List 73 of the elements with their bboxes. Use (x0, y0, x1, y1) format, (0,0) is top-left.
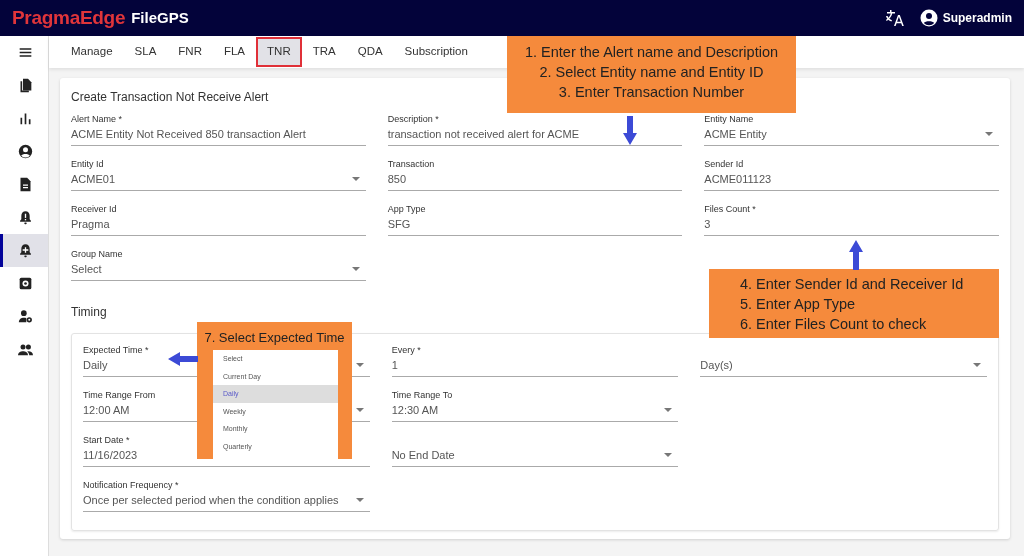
dropdown-field[interactable]: 12:30 AM (391, 401, 679, 422)
dropdown-field[interactable]: Day(s) (700, 356, 987, 377)
input-field[interactable]: ACME Entity Not Received 850 transaction Alert (71, 125, 366, 146)
field-label: Receiver Id (71, 203, 117, 215)
input-field[interactable]: SFG (387, 215, 683, 236)
caret-icon (355, 498, 364, 502)
input-field[interactable]: 1 (391, 356, 679, 377)
caret-icon (351, 177, 360, 181)
input-field[interactable]: ACME011123 (704, 170, 999, 191)
callout-text: 6. Enter Files Count to check (740, 315, 927, 334)
translate-icon[interactable] (885, 9, 904, 27)
field-label: Expected Time * (83, 344, 149, 356)
gear-icon (18, 276, 33, 291)
tab[interactable]: Manage (60, 37, 124, 67)
field-label: Time Range To (391, 389, 453, 401)
product-name: FileGPS (131, 7, 189, 28)
form-title: Create Transaction Not Receive Alert (71, 90, 269, 104)
callout-text: 3. Enter Transaction Number (558, 83, 745, 102)
tab[interactable]: FLA (212, 37, 257, 67)
document-icon (18, 177, 33, 192)
user-name[interactable]: Superadmin (942, 9, 1012, 27)
dropdown-field[interactable]: ACME Entity (704, 125, 999, 146)
files-icon (18, 78, 33, 93)
dropdown-field[interactable]: No End Date (391, 446, 679, 467)
field-label: Transaction (387, 158, 435, 170)
caret-icon (973, 363, 981, 367)
field-label: Entity Id (71, 158, 104, 170)
field-label: Notification Frequency * (83, 479, 179, 491)
brand-logo: PragmaEdge (12, 5, 126, 30)
up-arrow (849, 240, 863, 270)
tab[interactable]: TRA (301, 37, 347, 67)
field-label: Alert Name * (71, 113, 123, 125)
account-icon[interactable] (919, 9, 938, 27)
callout-text: 4. Enter Sender Id and Receiver Id (740, 275, 964, 294)
input-field[interactable]: Pragma (71, 215, 366, 236)
dropdown-field[interactable]: Once per selected period when the condition applies (83, 491, 370, 512)
caret-icon (664, 408, 673, 412)
field-label: Group Name (71, 248, 123, 260)
tab[interactable]: FNR (167, 37, 213, 67)
field-label: App Type (387, 203, 426, 215)
left-arrow (168, 352, 198, 366)
callout-text: 2. Select Entity name and Entity ID (539, 63, 764, 82)
caret-icon (985, 132, 993, 136)
bell-icon (18, 210, 33, 225)
field-label: Start Date * (83, 434, 130, 446)
bell-plus-icon (18, 243, 33, 258)
field-label: Files Count * (704, 203, 756, 215)
tab[interactable]: SLA (123, 37, 168, 67)
input-field[interactable]: 3 (704, 215, 999, 236)
user-gear-icon (18, 309, 33, 324)
menu-icon (18, 45, 33, 60)
dropdown-field[interactable]: Select (71, 260, 366, 281)
sidebar-item[interactable] (0, 234, 48, 267)
input-field[interactable]: 850 (387, 170, 683, 191)
caret-icon (351, 267, 360, 271)
field-label: Sender Id (704, 158, 744, 170)
down-arrow (623, 116, 637, 145)
field-label: Time Range From (83, 389, 156, 401)
field-label: Description * (387, 113, 439, 125)
field-label: Every * (391, 344, 421, 356)
caret-icon (664, 453, 673, 457)
bar-chart-icon (18, 111, 33, 126)
tab[interactable]: TNR (256, 37, 302, 67)
dropdown-field[interactable]: ACME01 (71, 170, 366, 191)
section-title: Timing (71, 304, 107, 321)
group-icon (18, 342, 33, 357)
tab[interactable]: QDA (346, 37, 394, 67)
account-icon (18, 144, 33, 159)
field-label: Entity Name (704, 113, 754, 125)
tab[interactable]: Subscription (393, 37, 479, 67)
callout-text: 1. Enter the Alert name and Description (524, 43, 779, 62)
callout-text: 5. Enter App Type (740, 295, 855, 314)
callout-text: 7. Select Expected Time (204, 329, 345, 347)
